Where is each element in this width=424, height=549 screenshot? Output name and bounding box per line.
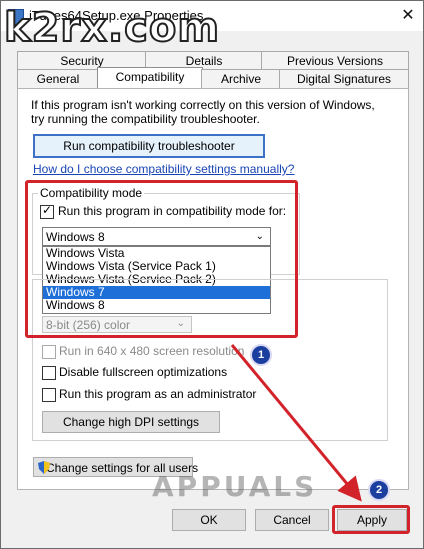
step-1-badge: 1 xyxy=(250,344,272,366)
step-2-badge: 2 xyxy=(368,479,390,501)
annotation-arrow xyxy=(230,344,362,502)
